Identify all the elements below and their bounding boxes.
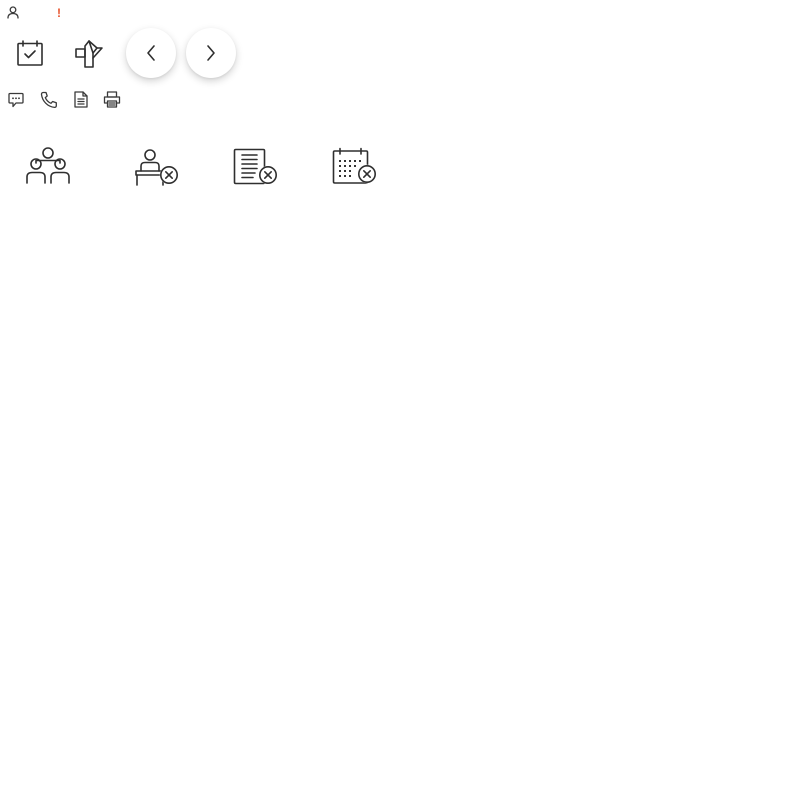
alert-indicator: ! — [57, 6, 61, 20]
people-group-icon[interactable] — [24, 145, 72, 185]
chevron-left-icon — [145, 44, 157, 62]
document-cancel-icon[interactable] — [233, 148, 281, 188]
calendar-cancel-icon[interactable] — [332, 147, 380, 187]
chevron-right-icon — [205, 44, 217, 62]
next-button[interactable] — [186, 28, 236, 78]
phone-icon[interactable] — [40, 91, 58, 109]
chat-icon[interactable] — [8, 92, 24, 108]
desk-person-cancel-icon[interactable] — [134, 147, 182, 187]
user-icon[interactable] — [7, 6, 19, 19]
calendar-check-icon[interactable] — [17, 40, 43, 66]
document-icon[interactable] — [74, 91, 88, 108]
previous-button[interactable] — [126, 28, 176, 78]
printer-icon[interactable] — [103, 91, 121, 108]
direction-sign-icon[interactable] — [75, 40, 105, 68]
